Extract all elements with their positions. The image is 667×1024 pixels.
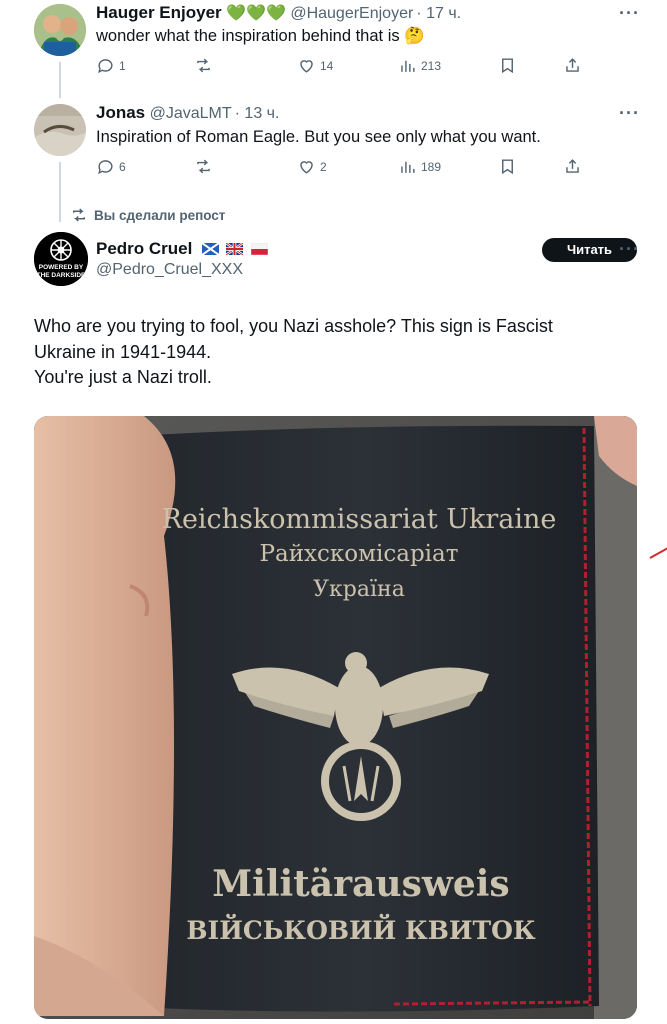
tweet-actions: 6 2 189 — [96, 157, 596, 179]
bookmark-button[interactable] — [498, 56, 517, 75]
tweet-header: Hauger Enjoyer 💚💚💚 @HaugerEnjoyer · 17 ч. — [96, 3, 461, 23]
thread-line — [59, 62, 61, 98]
reply-count: 1 — [119, 58, 126, 73]
like-button[interactable]: 14 — [297, 56, 333, 75]
scotland-flag-icon — [201, 243, 219, 255]
poland-flag-icon — [250, 243, 268, 255]
display-name[interactable]: Jonas — [96, 103, 145, 122]
tweet-text: wonder what the inspiration behind that … — [96, 27, 425, 45]
more-icon[interactable]: ··· — [619, 3, 640, 24]
views-button[interactable]: 213 — [398, 56, 441, 75]
repost-label: Вы сделали репост — [94, 207, 226, 223]
reply-button[interactable]: 6 — [96, 157, 126, 176]
retweet-icon — [73, 208, 85, 222]
display-name[interactable]: Hauger Enjoyer — [96, 3, 222, 22]
retweet-icon — [197, 58, 210, 73]
timestamp[interactable]: · 13 ч. — [235, 105, 280, 122]
timestamp[interactable]: · 17 ч. — [416, 5, 461, 22]
heart-icon — [300, 161, 313, 174]
tweet-text-line: You're just a Nazi troll. — [34, 367, 212, 387]
avatar[interactable]: POWERED BY THE DARKSIDE — [34, 232, 88, 286]
views-button[interactable]: 189 — [398, 157, 441, 176]
view-count: 213 — [421, 58, 442, 73]
military-id-photo: Reichskommissariat Ukraine Райхскомісарі… — [34, 416, 637, 1019]
bookmark-icon — [502, 159, 513, 175]
bookmark-icon — [502, 58, 513, 74]
main-tweet-text: Who are you trying to fool, you Nazi ass… — [34, 314, 634, 391]
edge-mark — [649, 547, 667, 559]
reply-button[interactable]: 1 — [96, 56, 126, 75]
cover-text-line5: ВІЙСЬКОВИЙ КВИТОК — [186, 914, 535, 945]
cover-text-line3: Україна — [313, 577, 405, 602]
like-count: 2 — [320, 159, 327, 174]
avatar[interactable] — [34, 104, 86, 156]
retweet-button[interactable] — [194, 56, 217, 75]
more-icon[interactable]: ··· — [619, 239, 640, 260]
display-name[interactable]: Pedro Cruel — [96, 239, 192, 258]
share-button[interactable] — [563, 56, 582, 75]
more-icon[interactable]: ··· — [619, 103, 640, 124]
views-icon — [401, 60, 415, 72]
cover-text-line4: Militärausweis — [212, 863, 509, 905]
tweet-text-line: Ukraine in 1941-1944. — [34, 341, 212, 362]
user-handle[interactable]: @JavaLMT — [150, 105, 232, 122]
views-icon — [401, 161, 415, 173]
bookmark-button[interactable] — [498, 157, 517, 176]
like-button[interactable]: 2 — [297, 157, 327, 176]
avatar-text-bottom: THE DARKSIDE — [37, 272, 86, 279]
retweet-icon — [197, 159, 210, 174]
reply-icon — [98, 160, 113, 175]
share-icon — [566, 159, 579, 173]
repost-indicator[interactable]: Вы сделали репост — [70, 206, 225, 224]
empire-logo-icon: POWERED BY THE DARKSIDE — [34, 232, 88, 286]
heart-badges: 💚💚💚 — [226, 5, 286, 22]
user-handle[interactable]: @Pedro_Cruel_XXX — [96, 261, 243, 279]
tweet-photo[interactable]: Reichskommissariat Ukraine Райхскомісарі… — [34, 416, 637, 1019]
share-icon — [566, 58, 579, 72]
user-handle[interactable]: @HaugerEnjoyer — [290, 5, 413, 22]
uk-flag-icon — [226, 243, 244, 255]
tweet-header: Jonas @JavaLMT · 13 ч. — [96, 103, 279, 123]
thread-line — [59, 162, 61, 222]
share-button[interactable] — [563, 157, 582, 176]
heart-icon — [300, 60, 313, 73]
like-count: 14 — [320, 58, 334, 73]
tweet-text: Inspiration of Roman Eagle. But you see … — [96, 128, 541, 146]
reply-count: 6 — [119, 159, 126, 174]
avatar-text-top: POWERED BY — [39, 264, 84, 271]
tweet-actions: 1 14 213 — [96, 56, 596, 78]
view-count: 189 — [421, 159, 442, 174]
cover-text-line1: Reichskommissariat Ukraine — [162, 504, 557, 535]
tweet-text-line: Who are you trying to fool, you Nazi ass… — [34, 316, 553, 336]
retweet-button[interactable] — [194, 157, 217, 176]
avatar[interactable] — [34, 4, 86, 56]
reply-icon — [98, 59, 113, 74]
cover-text-line2: Райхскомісаріат — [260, 541, 459, 567]
tweet-header: Pedro Cruel — [96, 239, 268, 259]
